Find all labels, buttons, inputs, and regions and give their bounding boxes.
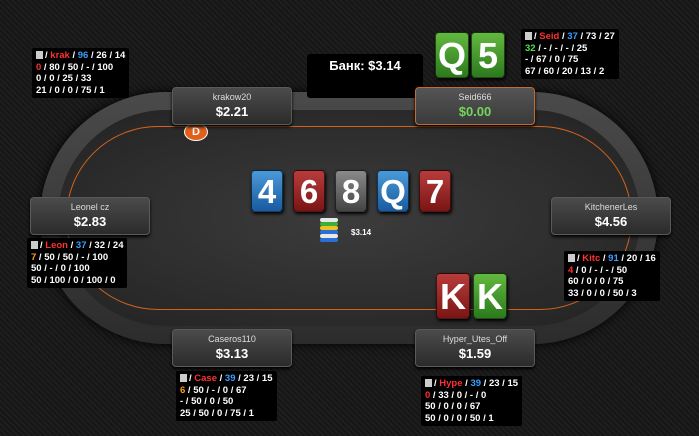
hud-kitchener[interactable]: / Kitc / 91 / 20 / 16 4 / 0 / - / - / 50… (564, 251, 660, 301)
seid-hole-card-2: 5 (471, 32, 505, 78)
board-card-4: Q (377, 170, 409, 212)
note-icon (31, 241, 38, 249)
hud-stat-a: 0 (36, 61, 42, 73)
hud-stat-b: 50 / - / 0 / 67 (193, 384, 247, 396)
hud-3bet: 27 (604, 31, 615, 42)
hyper-hole-card-2: K (473, 273, 507, 319)
player-stack: $1.59 (458, 346, 492, 361)
hud-stat-a: 7 (31, 251, 37, 263)
seat-seid666[interactable]: Seid666 $0.00 (415, 87, 535, 125)
hud-row-3: 50 / - / 0 / 100 (31, 263, 90, 274)
hud-row-4: 50 / 100 / 0 / 100 / 0 (31, 274, 116, 286)
chip-stack-icon (320, 218, 340, 242)
board-card-3: 8 (335, 170, 367, 212)
hud-3bet: 14 (114, 50, 126, 61)
hud-vpip: 91 (608, 253, 619, 264)
hud-pfr: 73 (585, 31, 597, 42)
note-icon (568, 254, 575, 262)
hud-nick: Hype (439, 378, 463, 389)
hud-vpip: 37 (75, 240, 87, 251)
hud-pfr: 26 (96, 50, 107, 61)
bet-amount: $3.14 (351, 228, 372, 237)
hud-nick: Kitc (582, 253, 601, 264)
hud-pfr: 23 (488, 378, 500, 389)
hud-nick: Case (194, 373, 217, 384)
hud-row-3: - / 50 / 0 / 50 (180, 396, 234, 407)
player-name: krakow20 (212, 92, 252, 102)
note-icon (425, 379, 432, 387)
hud-stat-b: - / - / - / 25 (543, 42, 588, 54)
hud-row-4: 33 / 0 / 0 / 50 / 3 (568, 287, 637, 299)
hud-nick: Leon (45, 240, 68, 251)
hud-row-4: 21 / 0 / 0 / 75 / 1 (36, 84, 105, 96)
hud-stat-a: 4 (568, 264, 574, 276)
player-stack: $2.21 (215, 104, 249, 119)
hud-3bet: 15 (261, 373, 273, 384)
hud-row-3: 50 / 0 / 0 / 67 (425, 401, 481, 412)
hud-seid[interactable]: / Seid / 37 / 73 / 27 32 / - / - / - / 2… (521, 29, 619, 79)
player-name: Seid666 (458, 92, 492, 102)
player-name: Caseros110 (208, 334, 256, 344)
hud-3bet: 15 (507, 378, 519, 389)
table-border-line (66, 126, 632, 310)
seat-caseros110[interactable]: Caseros110 $3.13 (172, 329, 292, 367)
dealer-button: D (184, 123, 208, 141)
hud-vpip: 39 (470, 378, 482, 389)
hud-row-3: 0 / 0 / 25 / 33 (36, 73, 92, 84)
pot-display: Банк: $3.14 (307, 54, 423, 98)
player-stack: $3.13 (215, 346, 249, 361)
hud-stat-b: 0 / - / - / 50 (581, 264, 628, 276)
hud-3bet: 24 (112, 240, 124, 251)
player-name: KitchenerLes (584, 202, 638, 212)
hud-row-4: 25 / 50 / 0 / 75 / 1 (180, 407, 254, 419)
seid-hole-card-1: Q (435, 32, 469, 78)
hud-row-3: 60 / 0 / 0 / 75 (568, 276, 624, 287)
hud-vpip: 37 (567, 31, 578, 42)
hud-row-3: - / 67 / 0 / 75 (525, 54, 579, 65)
hyper-hole-card-1: K (436, 273, 470, 319)
hud-stat-a: 32 (525, 42, 536, 54)
hud-nick: krak (50, 50, 70, 61)
hud-row-4: 50 / 0 / 0 / 50 / 1 (425, 412, 494, 424)
hud-row-4: 67 / 60 / 20 / 13 / 2 (525, 65, 605, 77)
board-card-2: 6 (293, 170, 325, 212)
player-name: Hyper_Utes_Off (442, 334, 508, 344)
hud-stat-a: 6 (180, 384, 186, 396)
hud-pfr: 23 (243, 373, 254, 384)
note-icon (525, 32, 532, 40)
hud-stat-b: 33 / 0 / - / 0 (438, 389, 487, 401)
hud-pfr: 20 (626, 253, 638, 264)
seat-hyper-utes-off[interactable]: Hyper_Utes_Off $1.59 (415, 329, 535, 367)
note-icon (36, 51, 43, 59)
hud-stat-b: 80 / 50 / - / 100 (49, 61, 114, 73)
hud-leonel[interactable]: / Leon / 37 / 32 / 24 7 / 50 / 50 / - / … (27, 238, 128, 288)
hud-caseros[interactable]: / Case / 39 / 23 / 15 6 / 50 / - / 0 / 6… (176, 371, 277, 421)
hud-vpip: 39 (224, 373, 236, 384)
player-stack: $0.00 (458, 104, 492, 119)
player-stack: $4.56 (594, 214, 628, 229)
hud-nick: Seid (539, 31, 560, 42)
board-card-5: 7 (419, 170, 451, 212)
hud-stat-a: 0 (425, 389, 431, 401)
hud-hyper[interactable]: / Hype / 39 / 23 / 15 0 / 33 / 0 / - / 0… (421, 376, 523, 426)
player-name: Leonel cz (70, 202, 110, 212)
hud-3bet: 16 (645, 253, 656, 264)
board-card-1: 4 (251, 170, 283, 212)
player-stack: $2.83 (73, 214, 107, 229)
pot-label: Банк: $3.14 (329, 58, 401, 73)
hud-stat-b: 50 / 50 / - / 100 (44, 251, 109, 263)
note-icon (180, 374, 187, 382)
hud-vpip: 96 (77, 50, 89, 61)
hud-pfr: 32 (94, 240, 105, 251)
seat-leonel-cz[interactable]: Leonel cz $2.83 (30, 197, 150, 235)
seat-krakow20[interactable]: krakow20 $2.21 (172, 87, 292, 125)
hud-krakow[interactable]: / krak / 96 / 26 / 14 0 / 80 / 50 / - / … (32, 48, 130, 98)
seat-kitchenerles[interactable]: KitchenerLes $4.56 (551, 197, 671, 235)
